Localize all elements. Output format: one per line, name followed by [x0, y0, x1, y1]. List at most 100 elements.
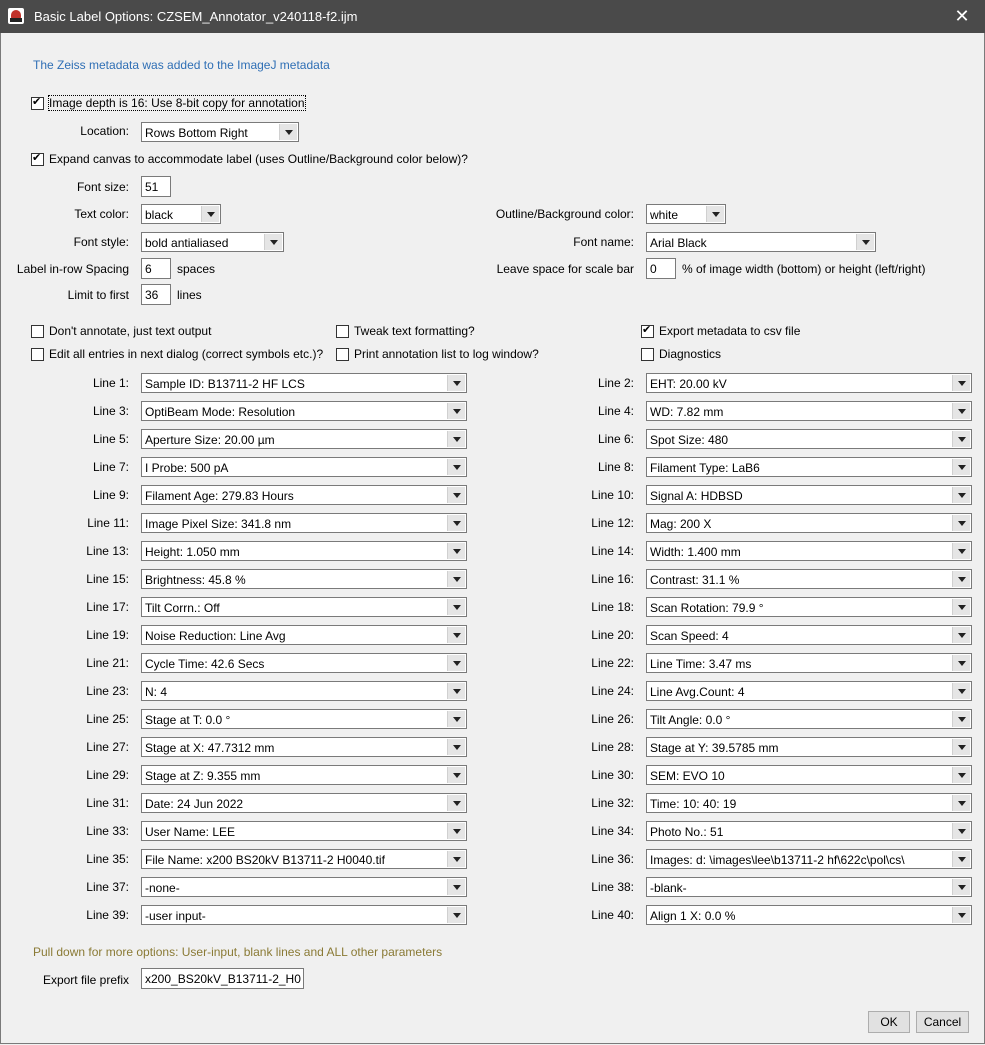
checkbox-box[interactable] — [31, 324, 44, 338]
location-select[interactable]: Rows Bottom Right — [141, 122, 299, 142]
line-select[interactable]: -blank- — [646, 877, 972, 897]
cancel-button[interactable]: Cancel — [916, 1011, 969, 1033]
chevron-down-icon[interactable] — [447, 655, 465, 671]
checkbox-box[interactable] — [641, 323, 654, 338]
line-select[interactable]: Images: d: \images\lee\b13711-2 hf\622c\… — [646, 849, 972, 869]
line-select[interactable]: Spot Size: 480 — [646, 429, 972, 449]
checkbox-box[interactable] — [641, 347, 654, 361]
line-select[interactable]: Scan Speed: 4 — [646, 625, 972, 645]
chevron-down-icon[interactable] — [447, 795, 465, 811]
line-select[interactable]: OptiBeam Mode: Resolution — [141, 401, 467, 421]
chevron-down-icon[interactable] — [447, 879, 465, 895]
line-select[interactable]: Line Avg.Count: 4 — [646, 681, 972, 701]
checkbox-box[interactable] — [336, 324, 349, 338]
line-select[interactable]: Stage at Y: 39.5785 mm — [646, 737, 972, 757]
chevron-down-icon[interactable] — [447, 375, 465, 391]
checkbox-box[interactable] — [31, 151, 44, 166]
line-select[interactable]: Height: 1.050 mm — [141, 541, 467, 561]
line-select[interactable]: WD: 7.82 mm — [646, 401, 972, 421]
line-select[interactable]: Cycle Time: 42.6 Secs — [141, 653, 467, 673]
chevron-down-icon[interactable] — [952, 823, 970, 839]
chevron-down-icon[interactable] — [201, 206, 219, 222]
outline-color-select[interactable]: white — [646, 204, 726, 224]
font-size-input[interactable]: 51 — [141, 176, 171, 197]
line-select[interactable]: Noise Reduction: Line Avg — [141, 625, 467, 645]
image-depth-checkbox[interactable]: Image depth is 16: Use 8-bit copy for an… — [31, 95, 306, 111]
chevron-down-icon[interactable] — [952, 851, 970, 867]
chevron-down-icon[interactable] — [447, 851, 465, 867]
chevron-down-icon[interactable] — [952, 711, 970, 727]
line-select[interactable]: Align 1 X: 0.0 % — [646, 905, 972, 925]
line-select[interactable]: Image Pixel Size: 341.8 nm — [141, 513, 467, 533]
line-select[interactable]: Photo No.: 51 — [646, 821, 972, 841]
chevron-down-icon[interactable] — [952, 375, 970, 391]
chevron-down-icon[interactable] — [447, 459, 465, 475]
font-name-select[interactable]: Arial Black — [646, 232, 876, 252]
scale-bar-space-input[interactable]: 0 — [646, 258, 676, 279]
chevron-down-icon[interactable] — [447, 711, 465, 727]
chevron-down-icon[interactable] — [447, 487, 465, 503]
chevron-down-icon[interactable] — [447, 767, 465, 783]
close-icon[interactable]: ✕ — [939, 0, 985, 33]
line-select[interactable]: Tilt Corrn.: Off — [141, 597, 467, 617]
ok-button[interactable]: OK — [868, 1011, 910, 1033]
export-csv-checkbox[interactable]: Export metadata to csv file — [641, 323, 800, 338]
chevron-down-icon[interactable] — [952, 459, 970, 475]
chevron-down-icon[interactable] — [952, 907, 970, 923]
chevron-down-icon[interactable] — [279, 124, 297, 140]
chevron-down-icon[interactable] — [447, 823, 465, 839]
chevron-down-icon[interactable] — [447, 515, 465, 531]
line-select[interactable]: Stage at X: 47.7312 mm — [141, 737, 467, 757]
line-select[interactable]: EHT: 20.00 kV — [646, 373, 972, 393]
chevron-down-icon[interactable] — [447, 543, 465, 559]
line-select[interactable]: Filament Type: LaB6 — [646, 457, 972, 477]
chevron-down-icon[interactable] — [952, 515, 970, 531]
line-select[interactable]: Line Time: 3.47 ms — [646, 653, 972, 673]
chevron-down-icon[interactable] — [952, 543, 970, 559]
chevron-down-icon[interactable] — [952, 599, 970, 615]
line-select[interactable]: Contrast: 31.1 % — [646, 569, 972, 589]
text-color-select[interactable]: black — [141, 204, 221, 224]
chevron-down-icon[interactable] — [952, 879, 970, 895]
line-select[interactable]: N: 4 — [141, 681, 467, 701]
chevron-down-icon[interactable] — [952, 487, 970, 503]
chevron-down-icon[interactable] — [447, 403, 465, 419]
chevron-down-icon[interactable] — [264, 234, 282, 250]
title-bar[interactable]: Basic Label Options: CZSEM_Annotator_v24… — [0, 0, 985, 33]
line-select[interactable]: File Name: x200 BS20kV B13711-2 H0040.ti… — [141, 849, 467, 869]
limit-first-input[interactable]: 36 — [141, 284, 171, 305]
chevron-down-icon[interactable] — [952, 403, 970, 419]
expand-canvas-checkbox[interactable]: Expand canvas to accommodate label (uses… — [31, 151, 468, 166]
line-select[interactable]: I Probe: 500 pA — [141, 457, 467, 477]
chevron-down-icon[interactable] — [952, 739, 970, 755]
diagnostics-checkbox[interactable]: Diagnostics — [641, 347, 721, 361]
line-select[interactable]: User Name: LEE — [141, 821, 467, 841]
checkbox-box[interactable] — [31, 95, 44, 110]
line-select[interactable]: Brightness: 45.8 % — [141, 569, 467, 589]
row-spacing-input[interactable]: 6 — [141, 258, 171, 279]
chevron-down-icon[interactable] — [952, 795, 970, 811]
chevron-down-icon[interactable] — [447, 739, 465, 755]
checkbox-box[interactable] — [336, 347, 349, 361]
line-select[interactable]: -user input- — [141, 905, 467, 925]
line-select[interactable]: SEM: EVO 10 — [646, 765, 972, 785]
print-list-checkbox[interactable]: Print annotation list to log window? — [336, 347, 539, 361]
line-select[interactable]: Tilt Angle: 0.0 ° — [646, 709, 972, 729]
chevron-down-icon[interactable] — [952, 571, 970, 587]
chevron-down-icon[interactable] — [952, 767, 970, 783]
line-select[interactable]: Date: 24 Jun 2022 — [141, 793, 467, 813]
line-select[interactable]: Mag: 200 X — [646, 513, 972, 533]
line-select[interactable]: Sample ID: B13711-2 HF LCS — [141, 373, 467, 393]
chevron-down-icon[interactable] — [447, 627, 465, 643]
checkbox-box[interactable] — [31, 347, 44, 361]
chevron-down-icon[interactable] — [447, 431, 465, 447]
line-select[interactable]: Aperture Size: 20.00 µm — [141, 429, 467, 449]
chevron-down-icon[interactable] — [952, 683, 970, 699]
dont-annotate-checkbox[interactable]: Don't annotate, just text output — [31, 324, 211, 338]
line-select[interactable]: Width: 1.400 mm — [646, 541, 972, 561]
line-select[interactable]: Filament Age: 279.83 Hours — [141, 485, 467, 505]
export-prefix-input[interactable]: x200_BS20kV_B13711-2_H0 — [141, 968, 304, 989]
chevron-down-icon[interactable] — [447, 907, 465, 923]
chevron-down-icon[interactable] — [952, 431, 970, 447]
line-select[interactable]: Time: 10: 40: 19 — [646, 793, 972, 813]
